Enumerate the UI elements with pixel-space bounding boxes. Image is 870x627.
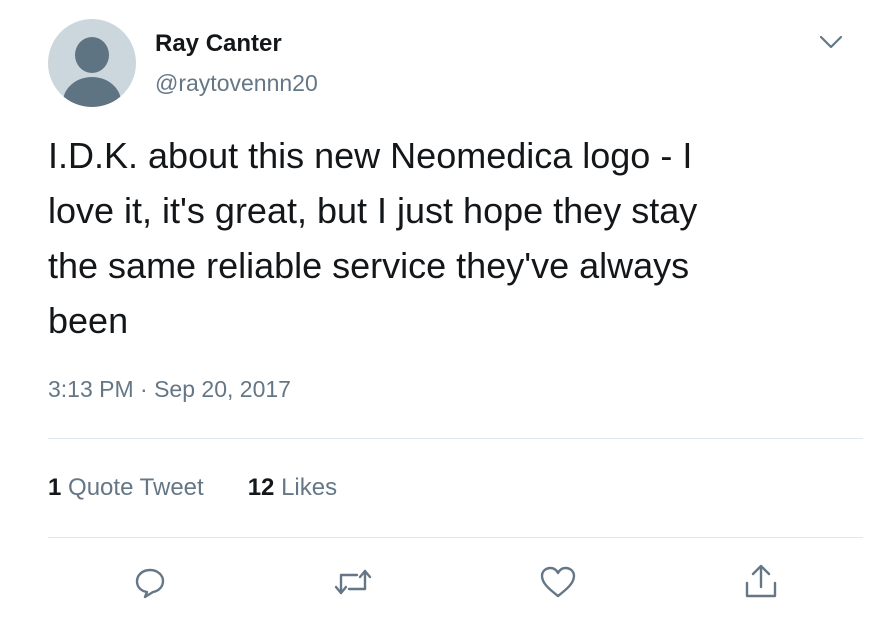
tweet-text: I.D.K. about this new Neomedica logo - I…	[48, 135, 698, 341]
quote-tweets-stat[interactable]: 1 Quote Tweet	[48, 474, 204, 502]
author-display-name[interactable]: Ray Canter	[155, 30, 282, 58]
divider	[48, 537, 863, 538]
likes-stat[interactable]: 12 Likes	[248, 474, 337, 502]
quote-tweets-label: Quote Tweet	[68, 474, 204, 501]
likes-count: 12	[247, 474, 275, 501]
avatar-shoulders-shape	[63, 77, 121, 107]
quote-tweets-count: 1	[48, 474, 62, 501]
chevron-down-icon[interactable]	[817, 30, 845, 54]
retweet-icon[interactable]	[333, 562, 373, 602]
like-icon[interactable]	[538, 562, 578, 602]
action-bar	[0, 562, 870, 606]
tweet-stats: 1 Quote Tweet 12 Likes	[48, 474, 381, 502]
tweet-card: Ray Canter @raytovennn20 I.D.K. about th…	[0, 0, 870, 627]
share-icon[interactable]	[741, 562, 781, 602]
tweet-timestamp[interactable]: 3:13 PM · Sep 20, 2017	[48, 376, 291, 403]
avatar-head-shape	[75, 37, 109, 73]
divider	[48, 438, 863, 439]
avatar[interactable]	[48, 19, 136, 107]
likes-label: Likes	[281, 474, 338, 501]
reply-icon[interactable]	[130, 562, 170, 602]
author-handle[interactable]: @raytovennn20	[155, 70, 318, 97]
